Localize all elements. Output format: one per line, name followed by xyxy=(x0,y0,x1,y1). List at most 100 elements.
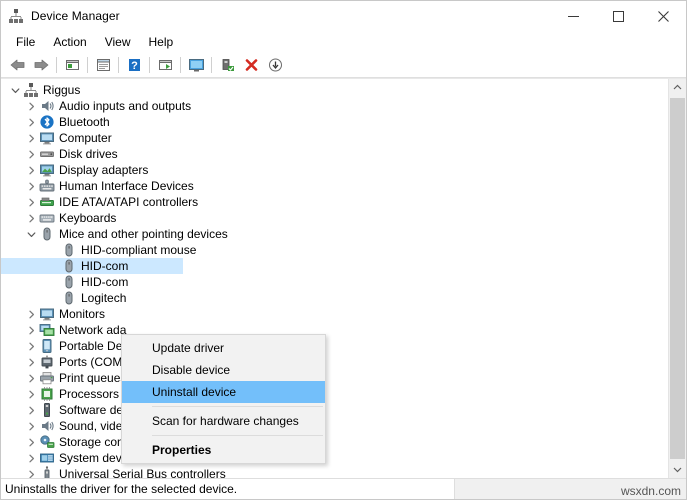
twisty-placeholder xyxy=(45,274,61,290)
tree-item[interactable]: HID-com xyxy=(1,274,668,290)
help-button[interactable]: ? xyxy=(122,54,146,76)
content-area: Riggus Audio inputs and outputs Bluetooth C… xyxy=(1,78,686,478)
forward-button[interactable] xyxy=(29,54,53,76)
tree-item[interactable]: Sound, video and game controllers xyxy=(1,418,668,434)
vertical-scrollbar[interactable] xyxy=(668,79,686,478)
show-hide-console-tree-button[interactable] xyxy=(60,54,84,76)
enable-device-icon xyxy=(222,58,234,71)
menubar-item-view[interactable]: View xyxy=(96,33,140,51)
computer-root-icon xyxy=(23,82,39,98)
mouse-icon xyxy=(39,226,55,242)
tree-item[interactable]: Software devices xyxy=(1,402,668,418)
context-menu-item[interactable]: Update driver xyxy=(122,337,325,359)
tree-item[interactable]: Monitors xyxy=(1,306,668,322)
chevron-right-icon[interactable] xyxy=(23,146,39,162)
chevron-right-icon[interactable] xyxy=(23,178,39,194)
context-menu-item[interactable]: Scan for hardware changes xyxy=(122,410,325,432)
tree-item[interactable]: Universal Serial Bus controllers xyxy=(1,466,668,478)
tree-item[interactable]: Ports (COM & xyxy=(1,354,668,370)
tree-item[interactable]: Portable Dev xyxy=(1,338,668,354)
tree-item[interactable]: Logitech xyxy=(1,290,668,306)
tree-item[interactable]: IDE ATA/ATAPI controllers xyxy=(1,194,668,210)
disable-device-button[interactable] xyxy=(263,54,287,76)
chevron-down-icon[interactable] xyxy=(7,82,23,98)
menubar-item-action[interactable]: Action xyxy=(44,33,95,51)
tree-item[interactable]: Audio inputs and outputs xyxy=(1,98,668,114)
chevron-right-icon[interactable] xyxy=(23,370,39,386)
tree-item-label: Human Interface Devices xyxy=(59,179,194,193)
chevron-right-icon[interactable] xyxy=(23,386,39,402)
tree-item[interactable]: Storage controllers xyxy=(1,434,668,450)
toolbar: ? xyxy=(1,52,686,78)
toolbar-separator xyxy=(149,56,150,73)
tree-item-label: Universal Serial Bus controllers xyxy=(59,467,226,478)
tree-item[interactable]: Print queues xyxy=(1,370,668,386)
tree-item[interactable]: Disk drives xyxy=(1,146,668,162)
context-menu-item[interactable]: Properties xyxy=(122,439,325,461)
tree-item[interactable]: Keyboards xyxy=(1,210,668,226)
enable-device-button[interactable] xyxy=(215,54,239,76)
close-button[interactable] xyxy=(641,1,686,31)
tree-item[interactable]: HID-com xyxy=(1,258,183,274)
uninstall-device-button[interactable] xyxy=(239,54,263,76)
tree-item-label: Computer xyxy=(59,131,112,145)
toolbar-separator xyxy=(180,56,181,73)
console-tree-icon xyxy=(65,59,79,70)
tree-item[interactable]: Mice and other pointing devices xyxy=(1,226,668,242)
chevron-right-icon[interactable] xyxy=(23,322,39,338)
back-button[interactable] xyxy=(5,54,29,76)
chevron-down-icon[interactable] xyxy=(23,226,39,242)
chevron-right-icon[interactable] xyxy=(23,210,39,226)
chevron-right-icon[interactable] xyxy=(23,162,39,178)
tree-item[interactable]: Display adapters xyxy=(1,162,668,178)
scrollbar-track[interactable] xyxy=(669,96,686,461)
chevron-right-icon[interactable] xyxy=(23,130,39,146)
maximize-button[interactable] xyxy=(596,1,641,31)
scan-hardware-changes-button[interactable] xyxy=(184,54,208,76)
chevron-right-icon[interactable] xyxy=(23,194,39,210)
chevron-right-icon[interactable] xyxy=(23,306,39,322)
tree-item-label: HID-com xyxy=(81,275,129,289)
monitor-scan-icon xyxy=(188,58,204,71)
chevron-right-icon[interactable] xyxy=(23,434,39,450)
tree-item[interactable]: Computer xyxy=(1,130,668,146)
tree-item[interactable]: Bluetooth xyxy=(1,114,668,130)
tree-item-label: IDE ATA/ATAPI controllers xyxy=(59,195,199,209)
tree-item-label: Bluetooth xyxy=(59,115,110,129)
chevron-right-icon[interactable] xyxy=(23,354,39,370)
display-adapter-icon xyxy=(39,162,55,178)
chevron-right-icon[interactable] xyxy=(23,114,39,130)
scrollbar-thumb[interactable] xyxy=(670,98,685,459)
menubar-item-file[interactable]: File xyxy=(7,33,44,51)
tree-item[interactable]: Processors xyxy=(1,386,668,402)
chevron-right-icon[interactable] xyxy=(23,98,39,114)
svg-text:?: ? xyxy=(131,60,138,72)
context-menu[interactable]: Update driver Disable device Uninstall dev… xyxy=(121,334,326,464)
chevron-right-icon[interactable] xyxy=(23,402,39,418)
storage-controller-icon xyxy=(39,434,55,450)
scroll-up-button[interactable] xyxy=(669,79,686,96)
tree-item[interactable]: Riggus xyxy=(1,82,668,98)
menubar-item-help[interactable]: Help xyxy=(140,33,183,51)
chevron-right-icon[interactable] xyxy=(23,418,39,434)
back-arrow-icon xyxy=(10,59,24,70)
context-menu-item[interactable]: Uninstall device xyxy=(122,381,325,403)
properties-icon xyxy=(96,58,110,71)
chevron-right-icon[interactable] xyxy=(23,450,39,466)
status-divider xyxy=(454,479,470,499)
tree-item[interactable]: System devices xyxy=(1,450,668,466)
chevron-right-icon[interactable] xyxy=(23,338,39,354)
minimize-button[interactable] xyxy=(551,1,596,31)
properties-button[interactable] xyxy=(91,54,115,76)
tree-item[interactable]: HID-compliant mouse xyxy=(1,242,668,258)
device-tree[interactable]: Riggus Audio inputs and outputs Bluetooth C… xyxy=(1,79,668,478)
update-driver-button[interactable] xyxy=(153,54,177,76)
chevron-right-icon[interactable] xyxy=(23,466,39,478)
scroll-down-button[interactable] xyxy=(669,461,686,478)
tree-item[interactable]: Human Interface Devices xyxy=(1,178,668,194)
tree-item[interactable]: Network ada xyxy=(1,322,668,338)
tree-item-label: Keyboards xyxy=(59,211,117,225)
twisty-placeholder xyxy=(45,242,61,258)
update-driver-icon xyxy=(158,59,172,70)
context-menu-item[interactable]: Disable device xyxy=(122,359,325,381)
